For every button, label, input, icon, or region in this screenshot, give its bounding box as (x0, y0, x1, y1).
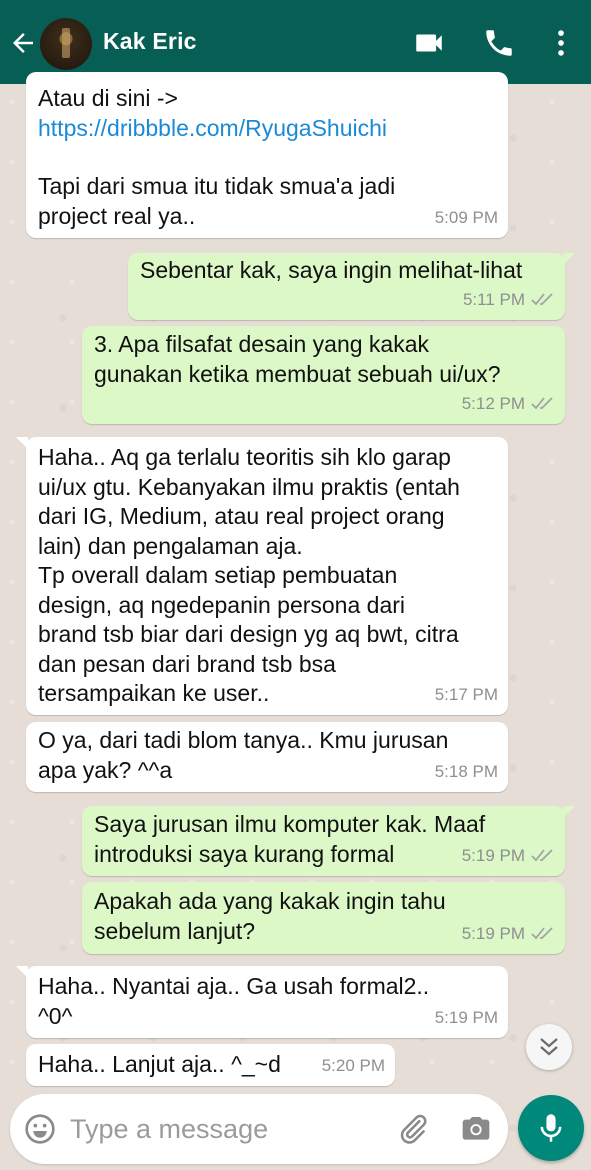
back-arrow-icon[interactable] (8, 28, 38, 58)
message-meta: 5:19 PM (462, 841, 555, 871)
message-input[interactable] (70, 1110, 320, 1148)
voice-record-button[interactable] (518, 1095, 584, 1161)
emoji-icon[interactable] (24, 1113, 56, 1145)
double-check-icon (531, 927, 553, 940)
contact-avatar[interactable] (40, 18, 92, 70)
message-time: 5:17 PM (434, 684, 498, 704)
message-meta: 5:19 PM (462, 919, 555, 949)
message-list[interactable]: Atau di sini -> https://dribbble.com/Ryu… (0, 72, 591, 1086)
scroll-to-bottom-button[interactable] (526, 1024, 572, 1070)
message-meta: 5:20 PM (322, 1051, 385, 1081)
message-text: Haha.. Aq ga terlalu teoritis sih klo ga… (38, 444, 460, 706)
more-vertical-icon[interactable] (544, 26, 578, 60)
video-call-icon[interactable] (412, 26, 446, 60)
double-check-icon (531, 397, 553, 410)
message-text: Haha.. Nyantai aja.. Ga usah formal2.. ^… (38, 973, 430, 1029)
contact-name[interactable]: Kak Eric (103, 28, 197, 55)
message-meta: 5:12 PM (462, 389, 555, 419)
double-check-icon (531, 849, 553, 862)
message-bubble-incoming[interactable]: O ya, dari tadi blom tanya.. Kmu jurusan… (26, 722, 508, 792)
chat-screen: Kak Eric Atau di sini -> https://dribbbl… (0, 0, 591, 1170)
phone-icon[interactable] (482, 26, 516, 60)
message-bubble-outgoing[interactable]: Saya jurusan ilmu komputer kak. Maaf int… (82, 806, 575, 876)
message-time: 5:19 PM (461, 923, 525, 943)
message-time: 5:18 PM (434, 761, 498, 781)
message-link[interactable]: https://dribbble.com/RyugaShuichi (38, 114, 496, 144)
message-text: Atau di sini -> (38, 85, 178, 111)
double-check-icon (531, 293, 553, 306)
message-bubble-outgoing[interactable]: 3. Apa filsafat desain yang kakak gunaka… (82, 326, 565, 424)
message-meta: 5:19 PM (435, 1003, 498, 1033)
message-meta: 5:18 PM (435, 757, 498, 787)
message-meta: 5:17 PM (435, 680, 498, 710)
message-composer (10, 1094, 508, 1164)
message-time: 5:11 PM (462, 289, 525, 309)
message-meta: 5:11 PM (463, 285, 555, 315)
message-bubble-incoming[interactable]: Haha.. Aq ga terlalu teoritis sih klo ga… (16, 437, 508, 715)
message-bubble-outgoing[interactable]: Apakah ada yang kakak ingin tahu sebelum… (82, 882, 565, 954)
message-meta: 5:09 PM (435, 203, 498, 233)
paperclip-icon[interactable] (396, 1112, 430, 1146)
message-time: 5:19 PM (434, 1007, 498, 1027)
message-bubble-incoming[interactable]: Haha.. Nyantai aja.. Ga usah formal2.. ^… (16, 966, 508, 1038)
message-bubble-outgoing[interactable]: Sebentar kak, saya ingin melihat-lihat 5… (128, 253, 575, 320)
chevron-double-down-icon (540, 1038, 558, 1056)
message-text: Tapi dari smua itu tidak smua'a jadi pro… (38, 173, 396, 229)
message-time: 5:09 PM (434, 207, 498, 227)
camera-icon[interactable] (460, 1113, 492, 1145)
message-text: O ya, dari tadi blom tanya.. Kmu jurusan… (38, 727, 449, 783)
message-bubble-incoming[interactable]: Haha.. Lanjut aja.. ^_~d 5:20 PM (26, 1044, 395, 1086)
message-text: 3. Apa filsafat desain yang kakak gunaka… (94, 331, 501, 387)
mic-icon (540, 1114, 562, 1142)
message-text: Sebentar kak, saya ingin melihat-lihat (140, 257, 523, 283)
message-time: 5:19 PM (461, 845, 525, 865)
message-time: 5:12 PM (461, 393, 525, 413)
message-bubble-incoming[interactable]: Atau di sini -> https://dribbble.com/Ryu… (26, 72, 508, 238)
message-time: 5:20 PM (321, 1055, 385, 1075)
